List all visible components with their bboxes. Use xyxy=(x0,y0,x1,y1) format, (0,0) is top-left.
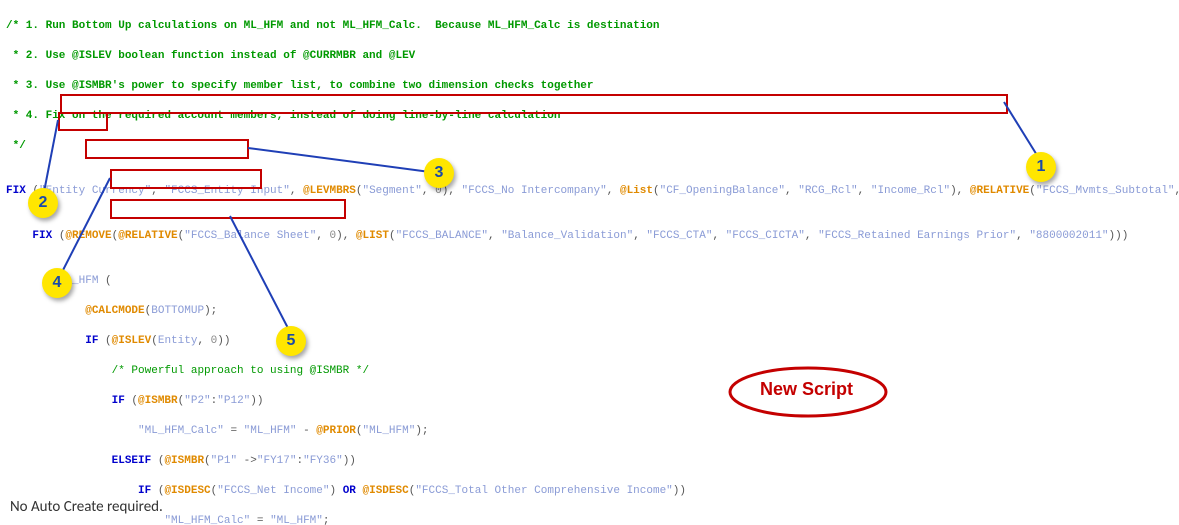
calcmode: @CALCMODE xyxy=(85,305,144,317)
comment-line: */ xyxy=(6,140,26,152)
comment-line: /* 1. Run Bottom Up calculations on ML_H… xyxy=(6,20,660,32)
if-keyword: IF xyxy=(112,395,125,407)
footer-note: No Auto Create required. xyxy=(10,500,163,515)
elseif-keyword: ELSEIF xyxy=(112,455,152,467)
comment-line: * 3. Use @ISMBR's power to specify membe… xyxy=(6,80,594,92)
inner-comment: /* Powerful approach to using @ISMBR */ xyxy=(112,365,369,377)
fix-keyword: FIX xyxy=(32,230,52,242)
new-script-badge: New Script xyxy=(760,382,853,397)
member-name: ML_HFM xyxy=(59,275,99,287)
code-editor: /* 1. Run Bottom Up calculations on ML_H… xyxy=(0,0,1179,525)
if-keyword: IF xyxy=(138,485,151,497)
comment-line: * 2. Use @ISLEV boolean function instead… xyxy=(6,50,415,62)
if-keyword: IF xyxy=(85,335,98,347)
comment-line: * 4. Fix on the required account members… xyxy=(6,110,561,122)
fix-keyword: FIX xyxy=(6,185,26,197)
